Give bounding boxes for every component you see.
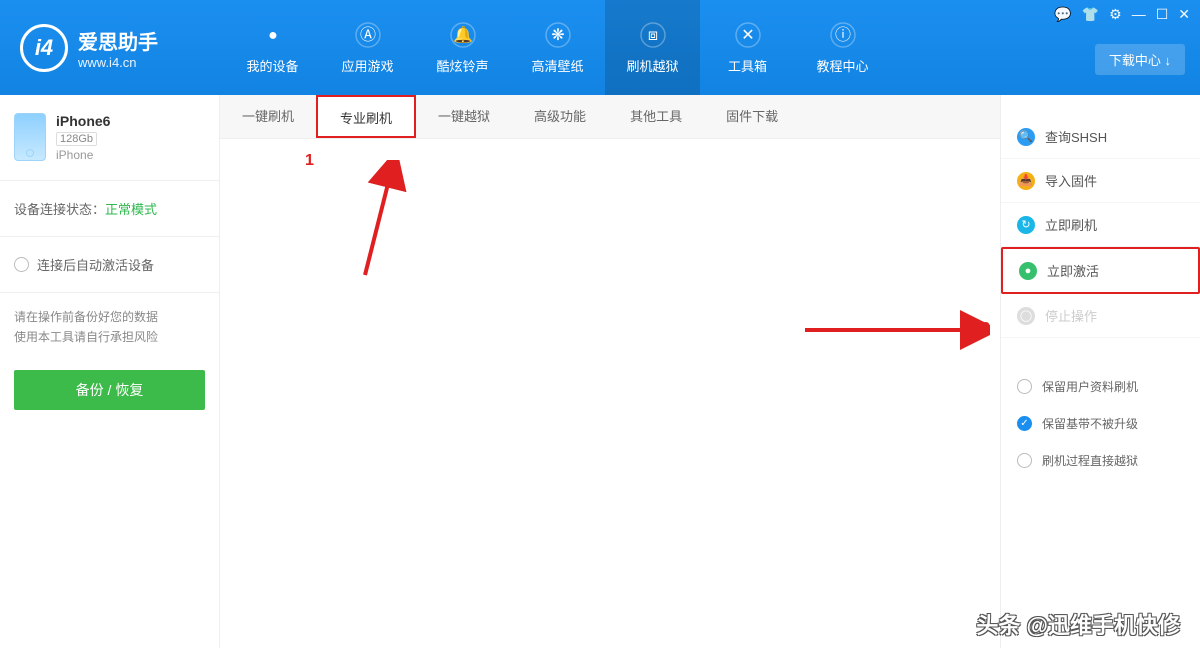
logo-icon: i4 (20, 24, 68, 72)
tab-0[interactable]: 一键刷机 (220, 95, 316, 138)
download-center-button[interactable]: 下载中心 ↓ (1095, 44, 1185, 75)
tab-4[interactable]: 其他工具 (608, 95, 704, 138)
option-1[interactable]: 保留基带不被升级 (1001, 405, 1200, 442)
option-0[interactable]: 保留用户资料刷机 (1001, 368, 1200, 405)
arrow-2-icon (800, 310, 990, 350)
brand-name: 爱思助手 (78, 26, 158, 55)
tab-1[interactable]: 专业刷机 (316, 95, 416, 138)
svg-text:●: ● (268, 27, 278, 44)
skin-icon[interactable]: 👕 (1082, 6, 1099, 23)
option-2[interactable]: 刷机过程直接越狱 (1001, 442, 1200, 479)
tab-5[interactable]: 固件下载 (704, 95, 800, 138)
auto-activate-option[interactable]: 连接后自动激活设备 (0, 237, 219, 293)
action-2[interactable]: ↻立即刷机 (1001, 203, 1200, 247)
settings-icon[interactable]: ⚙ (1109, 6, 1122, 23)
sidebar: iPhone6 128Gb iPhone 设备连接状态：正常模式 连接后自动激活… (0, 95, 220, 648)
app-icon: Ⓐ (353, 20, 383, 50)
nav-bell[interactable]: 🔔酷炫铃声 (415, 0, 510, 95)
main-nav: ●我的设备Ⓐ应用游戏🔔酷炫铃声❋高清壁纸⧈刷机越狱✕工具箱ⓘ教程中心 (225, 0, 890, 95)
flower-icon: ❋ (543, 20, 573, 50)
window-controls: 💬 👕 ⚙ — ☐ ✕ (1054, 6, 1190, 23)
watermark: 头条 @迅维手机快修 (976, 608, 1180, 640)
info-icon: ⓘ (828, 20, 858, 50)
nav-apple[interactable]: ●我的设备 (225, 0, 320, 95)
bell-icon: 🔔 (448, 20, 478, 50)
action-icon: ◯ (1017, 307, 1035, 325)
logo: i4 爱思助手 www.i4.cn (0, 24, 225, 72)
svg-text:Ⓐ: Ⓐ (359, 26, 375, 44)
radio-icon (1017, 416, 1032, 431)
nav-info[interactable]: ⓘ教程中心 (795, 0, 890, 95)
tab-2[interactable]: 一键越狱 (416, 95, 512, 138)
minimize-icon[interactable]: — (1132, 6, 1146, 23)
box-icon: ⧈ (638, 20, 668, 50)
connection-status: 设备连接状态：正常模式 (0, 181, 219, 237)
nav-flower[interactable]: ❋高清壁纸 (510, 0, 605, 95)
svg-text:✕: ✕ (741, 27, 754, 44)
device-capacity: 128Gb (56, 132, 97, 146)
feedback-icon[interactable]: 💬 (1054, 6, 1071, 23)
maximize-icon[interactable]: ☐ (1156, 6, 1169, 23)
action-3[interactable]: ●立即激活 (1001, 247, 1200, 294)
device-name: iPhone6 (56, 113, 110, 129)
action-icon: ● (1019, 262, 1037, 280)
radio-icon (14, 257, 29, 272)
tools-icon: ✕ (733, 20, 763, 50)
backup-restore-button[interactable]: 备份 / 恢复 (14, 370, 205, 410)
brand-url: www.i4.cn (78, 55, 158, 70)
action-icon: ↻ (1017, 216, 1035, 234)
app-header: i4 爱思助手 www.i4.cn ●我的设备Ⓐ应用游戏🔔酷炫铃声❋高清壁纸⧈刷… (0, 0, 1200, 95)
svg-text:🔔: 🔔 (453, 26, 473, 44)
nav-box[interactable]: ⧈刷机越狱 (605, 0, 700, 95)
right-panel: 🔍查询SHSH📥导入固件↻立即刷机●立即激活◯停止操作保留用户资料刷机保留基带不… (1000, 95, 1200, 648)
warning-text: 请在操作前备份好您的数据使用本工具请自行承担风险 (0, 293, 219, 362)
nav-tools[interactable]: ✕工具箱 (700, 0, 795, 95)
action-icon: 📥 (1017, 172, 1035, 190)
close-icon[interactable]: ✕ (1178, 6, 1190, 23)
action-icon: 🔍 (1017, 128, 1035, 146)
radio-icon (1017, 453, 1032, 468)
sub-tabs: 一键刷机专业刷机一键越狱高级功能其他工具固件下载 (220, 95, 1000, 139)
action-4: ◯停止操作 (1001, 294, 1200, 338)
arrow-1-icon (350, 160, 410, 280)
action-1[interactable]: 📥导入固件 (1001, 159, 1200, 203)
nav-app[interactable]: Ⓐ应用游戏 (320, 0, 415, 95)
radio-icon (1017, 379, 1032, 394)
svg-text:ⓘ: ⓘ (834, 26, 850, 44)
device-type: iPhone (56, 148, 110, 162)
annotation-1: 1 (305, 152, 314, 170)
device-card[interactable]: iPhone6 128Gb iPhone (0, 95, 219, 181)
phone-icon (14, 113, 46, 161)
main-content: 一键刷机专业刷机一键越狱高级功能其他工具固件下载 (220, 95, 1000, 648)
tab-3[interactable]: 高级功能 (512, 95, 608, 138)
action-0[interactable]: 🔍查询SHSH (1001, 115, 1200, 159)
apple-icon: ● (258, 20, 288, 50)
svg-text:❋: ❋ (551, 27, 564, 44)
svg-text:⧈: ⧈ (647, 27, 657, 44)
